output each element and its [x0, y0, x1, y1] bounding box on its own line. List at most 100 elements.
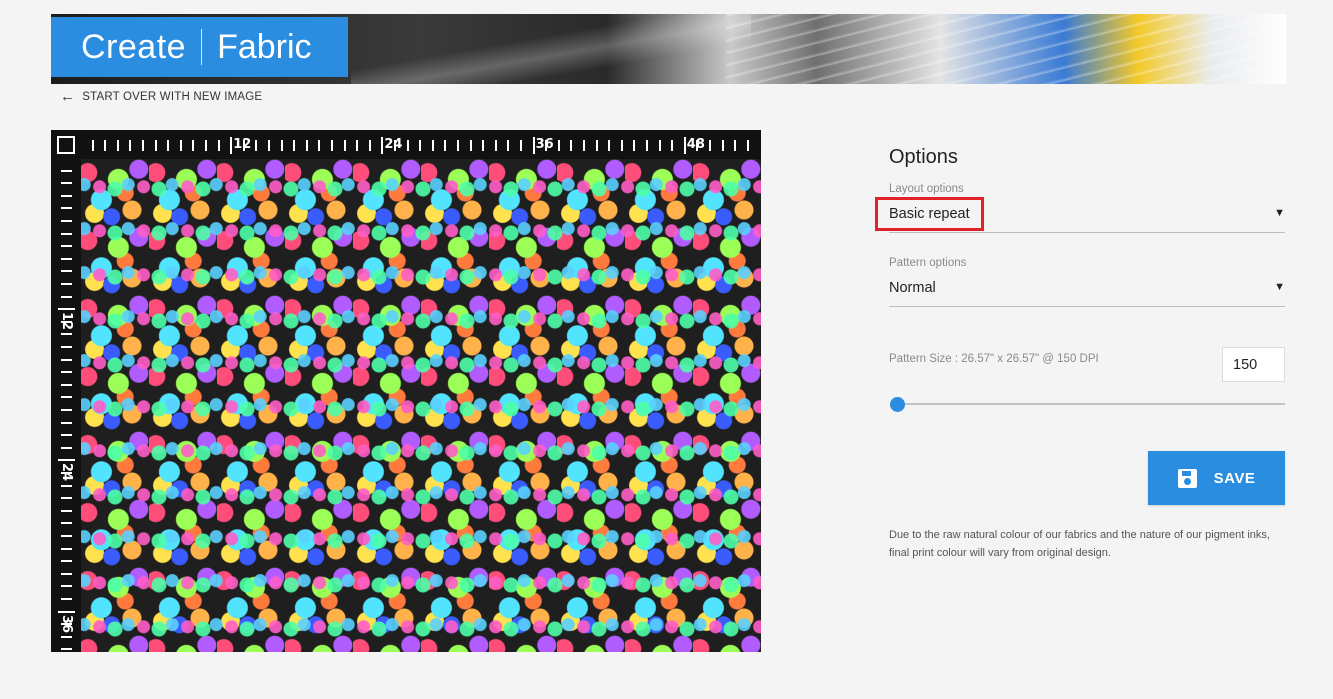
- top-ruler-tick: [331, 140, 333, 151]
- left-ruler-tick: [61, 509, 72, 512]
- top-ruler-tick: [368, 140, 371, 151]
- fabric-preview: 12 24 36 48 12 24 36: [51, 130, 761, 652]
- layout-options-value: Basic repeat: [875, 196, 984, 231]
- left-ruler-tick: [58, 459, 75, 462]
- left-ruler-tick: [61, 194, 72, 197]
- top-ruler-tick: [129, 140, 132, 151]
- top-ruler-label: 12: [233, 137, 252, 152]
- top-ruler-tick: [469, 140, 472, 151]
- top-ruler-tick: [532, 137, 535, 154]
- top-ruler-tick: [104, 140, 107, 151]
- top-ruler-tick: [356, 140, 359, 151]
- top-ruler-tick: [583, 140, 585, 151]
- header-banner: Create Fabric: [51, 14, 1286, 84]
- pattern-size-label: Pattern Size : 26.57" x 26.57" @ 150 DPI: [889, 353, 1099, 365]
- left-ruler-tick: [61, 169, 72, 172]
- top-ruler-tick: [217, 140, 220, 151]
- top-ruler-tick: [230, 137, 233, 154]
- left-ruler-tick: [61, 232, 72, 235]
- left-ruler-tick: [61, 409, 72, 411]
- logo-fabric-text: Fabric: [217, 27, 312, 66]
- create-fabric-logo[interactable]: Create Fabric: [51, 17, 348, 77]
- top-ruler-tick: [507, 140, 510, 151]
- top-ruler-tick: [633, 140, 636, 151]
- slider-thumb[interactable]: [890, 397, 905, 412]
- left-ruler-tick: [61, 484, 72, 487]
- top-ruler-tick: [91, 140, 94, 151]
- top-ruler-tick: [658, 140, 661, 151]
- top-ruler-tick: [318, 140, 321, 151]
- left-ruler-tick: [61, 333, 72, 336]
- top-ruler-tick: [520, 140, 522, 151]
- left-ruler-tick: [61, 396, 72, 399]
- left-ruler-tick: [61, 547, 72, 550]
- floppy-disk-icon: [1177, 468, 1197, 488]
- left-ruler-tick: [61, 270, 72, 273]
- ruler-corner-square-icon: [57, 136, 75, 154]
- top-ruler-tick: [570, 140, 573, 151]
- top-ruler-tick: [608, 140, 611, 151]
- top-ruler-tick: [671, 140, 674, 151]
- top-ruler-tick: [305, 140, 308, 151]
- left-ruler-tick: [61, 346, 72, 348]
- top-ruler-tick: [431, 140, 434, 151]
- top-ruler-tick: [179, 140, 182, 151]
- left-ruler-tick: [61, 245, 72, 248]
- top-ruler-tick: [205, 140, 207, 151]
- left-ruler-tick: [61, 572, 72, 575]
- left-ruler: 12 24 36: [51, 159, 81, 652]
- save-label: SAVE: [1213, 469, 1256, 487]
- start-over-link[interactable]: ← START OVER WITH NEW IMAGE: [60, 89, 262, 104]
- left-ruler-tick: [58, 308, 75, 311]
- top-ruler-tick: [116, 140, 119, 151]
- left-ruler-tick: [61, 182, 72, 185]
- top-ruler-tick: [192, 140, 195, 151]
- top-ruler-tick: [255, 140, 258, 151]
- left-ruler-tick: [61, 220, 72, 222]
- left-ruler-tick: [61, 295, 72, 298]
- top-ruler-tick: [721, 140, 724, 151]
- pattern-options-select[interactable]: Normal ▼: [889, 269, 1285, 307]
- top-ruler-label: 36: [535, 137, 554, 152]
- left-ruler-tick: [61, 257, 72, 260]
- save-button[interactable]: SAVE: [1148, 451, 1285, 505]
- top-ruler-tick: [268, 140, 270, 151]
- top-ruler-tick: [280, 140, 283, 151]
- top-ruler-tick: [683, 137, 686, 154]
- logo-create-text: Create: [81, 27, 187, 66]
- top-ruler-tick: [746, 140, 749, 151]
- top-ruler-tick: [406, 140, 409, 151]
- top-ruler-tick: [142, 140, 144, 151]
- top-ruler-tick: [646, 140, 648, 151]
- top-ruler-tick: [620, 140, 623, 151]
- left-ruler-tick: [61, 358, 72, 361]
- top-ruler-tick: [343, 140, 346, 151]
- top-ruler-tick: [457, 140, 459, 151]
- pattern-options-label: Pattern options: [889, 257, 967, 269]
- top-ruler-tick: [154, 140, 157, 151]
- start-over-label: START OVER WITH NEW IMAGE: [82, 90, 263, 103]
- dpi-input[interactable]: [1222, 347, 1285, 382]
- left-ruler-tick: [61, 648, 72, 651]
- left-ruler-tick: [58, 610, 75, 613]
- left-ruler-tick: [61, 383, 72, 386]
- top-ruler-tick: [167, 140, 170, 151]
- ruler-corner: [51, 130, 81, 159]
- left-ruler-label: 24: [59, 463, 74, 482]
- layout-options-label: Layout options: [889, 183, 964, 195]
- pattern-image: [81, 159, 761, 652]
- layout-options-select[interactable]: Basic repeat ▼: [875, 195, 1285, 233]
- left-ruler-tick: [61, 283, 72, 285]
- colour-disclaimer: Due to the raw natural colour of our fab…: [889, 529, 1270, 559]
- top-ruler-tick: [419, 140, 422, 151]
- left-ruler-tick: [61, 585, 72, 588]
- left-ruler-tick: [61, 207, 72, 210]
- top-ruler-tick: [444, 140, 447, 151]
- pattern-size-slider[interactable]: [889, 391, 1285, 417]
- pattern-size-row: Pattern Size : 26.57" x 26.57" @ 150 DPI: [889, 347, 1285, 383]
- left-ruler-tick: [61, 635, 72, 638]
- top-ruler-tick: [595, 140, 598, 151]
- left-ruler-tick: [61, 421, 72, 424]
- left-ruler-tick: [61, 446, 72, 449]
- top-ruler-tick: [293, 140, 296, 151]
